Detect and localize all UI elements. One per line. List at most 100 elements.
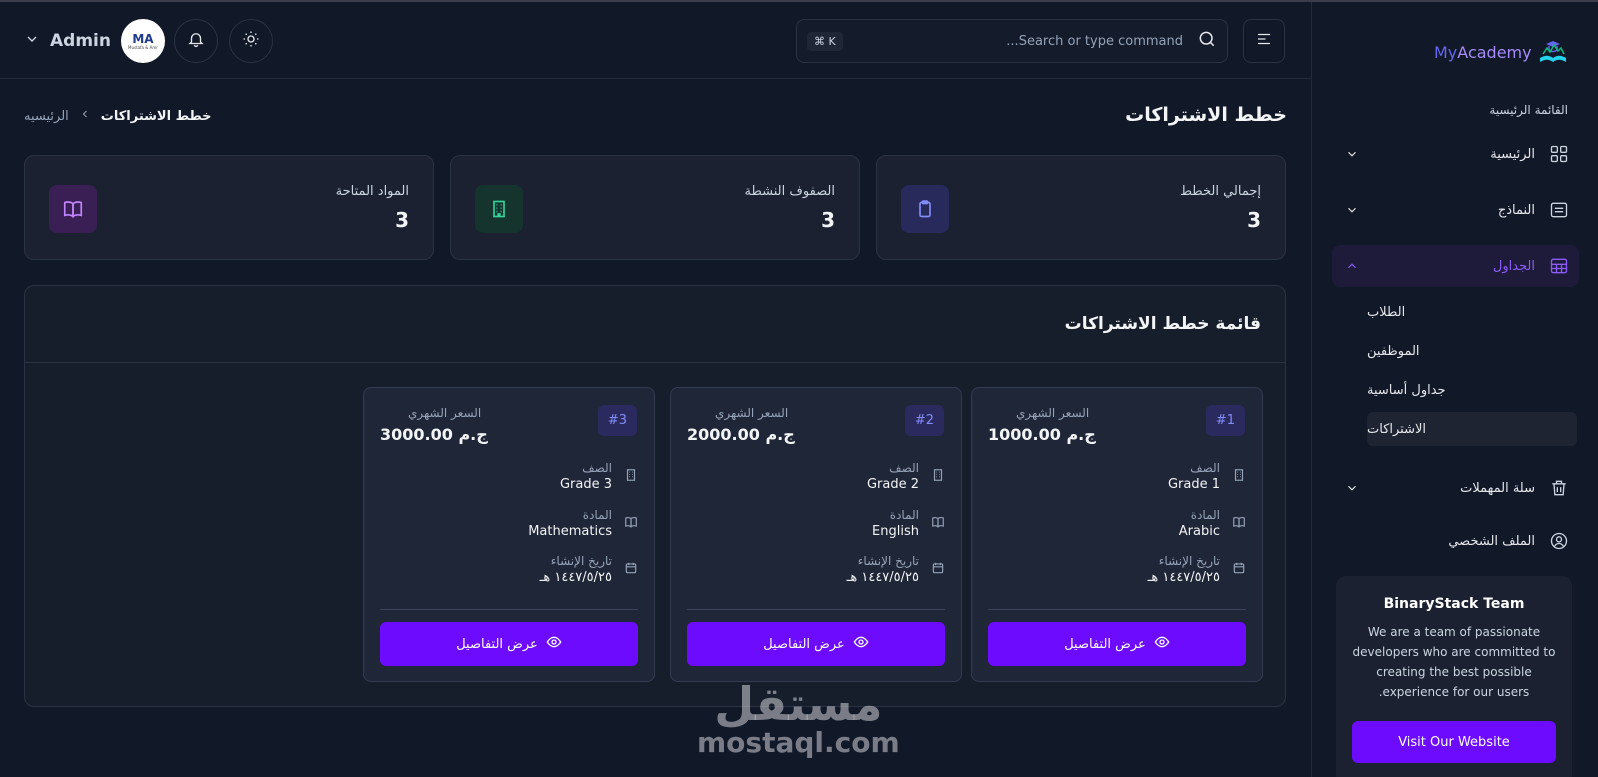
table-icon: [1549, 256, 1569, 276]
book-icon: [1232, 514, 1246, 533]
building-icon: [624, 467, 638, 486]
chevron-left-icon: [79, 108, 91, 124]
form-icon: [1549, 200, 1569, 220]
sidebar-item-tables[interactable]: الجداول: [1332, 245, 1579, 287]
plan-badge: #2: [905, 405, 944, 436]
search-bar[interactable]: ⌘ K Search or type command...: [796, 19, 1228, 63]
sidebar-subitem-subscriptions[interactable]: الاشتراكات: [1367, 412, 1577, 446]
sidebar-item-label: الرئيسية: [1490, 146, 1535, 162]
price-label: السعر الشهري: [715, 406, 789, 420]
view-details-button[interactable]: عرض التفاصيل: [380, 622, 638, 666]
plans-panel: قائمة خطط الاشتراكات #1 السعر الشهري 100…: [24, 285, 1286, 707]
grade-label: الصف: [1190, 461, 1220, 475]
sidebar-toggle-button[interactable]: [1243, 19, 1285, 63]
plan-card-2: #2 السعر الشهري 2000.00 ج.م الصف Grade 2…: [670, 387, 962, 682]
visit-website-button[interactable]: Visit Our Website: [1352, 721, 1556, 763]
button-label: عرض التفاصيل: [1064, 636, 1146, 652]
trash-icon: [1549, 478, 1569, 498]
plans-panel-header: قائمة خطط الاشتراكات: [25, 286, 1285, 363]
sidebar-subitem-basic-tables[interactable]: جداول أساسية: [1367, 373, 1577, 407]
user-circle-icon: [1549, 531, 1569, 551]
stat-value: 3: [821, 208, 835, 232]
watermark-arabic: مستقل: [714, 677, 883, 731]
avatar-initials: MA: [132, 31, 154, 46]
plan-grade-row: الصف Grade 1: [1168, 461, 1246, 492]
plan-subject-row: المادة Arabic: [1179, 508, 1246, 539]
eye-icon: [853, 634, 869, 654]
date-value: ١٤٤٧/٥/٢٥ هـ: [846, 570, 919, 585]
sidebar-item-home[interactable]: الرئيسية: [1332, 133, 1579, 175]
breadcrumb-current: خطط الاشتراكات: [100, 108, 212, 124]
price-label: السعر الشهري: [408, 406, 482, 420]
grade-value: Grade 2: [866, 477, 919, 492]
admin-menu[interactable]: Admin MA Mustafa & Amr: [24, 19, 165, 63]
avatar[interactable]: MA Mustafa & Amr: [120, 19, 165, 63]
plan-date-row: تاريخ الإنشاء ١٤٤٧/٥/٢٥ هـ: [847, 554, 945, 585]
stat-label: الصفوف النشطة: [744, 184, 835, 199]
sidebar-item-trash[interactable]: سلة المهملات: [1332, 467, 1579, 509]
calendar-icon: [931, 560, 945, 579]
sidebar-subitem-students[interactable]: الطلاب: [1367, 295, 1577, 329]
sidebar-item-profile[interactable]: الملف الشخصي: [1332, 520, 1579, 562]
plan-date-row: تاريخ الإنشاء ١٤٤٧/٥/٢٥ هـ: [1148, 554, 1246, 585]
admin-name: Admin: [50, 31, 111, 51]
watermark-latin: mostaql.com: [697, 726, 900, 759]
book-icon: [624, 514, 638, 533]
button-label: عرض التفاصيل: [763, 636, 845, 652]
view-details-button[interactable]: عرض التفاصيل: [988, 622, 1246, 666]
plan-price: 1000.00 ج.م: [988, 425, 1096, 444]
stat-value: 3: [1247, 208, 1261, 232]
chevron-down-icon: [1344, 480, 1360, 496]
app-logo[interactable]: MyAcademy: [1434, 38, 1568, 66]
date-value: ١٤٤٧/٥/٢٥ هـ: [539, 570, 612, 585]
divider: [687, 609, 945, 610]
plan-subject-row: المادة English: [872, 508, 945, 539]
logo-book-icon: [1538, 38, 1568, 66]
team-description: We are a team of passionate developers w…: [1352, 625, 1556, 699]
search-input[interactable]: Search or type command...: [843, 34, 1197, 49]
stat-value: 3: [395, 208, 409, 232]
sidebar-subitem-employees[interactable]: الموظفين: [1367, 334, 1577, 368]
clipboard-icon: [901, 185, 949, 233]
date-label: تاريخ الإنشاء: [857, 554, 919, 568]
watermark: مستقل mostaql.com: [697, 680, 900, 758]
top-header: Admin MA Mustafa & Amr ⌘ K Search or typ…: [0, 2, 1311, 79]
divider: [380, 609, 638, 610]
plan-price: 3000.00 ج.م: [380, 425, 488, 444]
subject-label: المادة: [582, 508, 612, 522]
chevron-down-icon: [24, 31, 40, 51]
plan-price: 2000.00 ج.م: [687, 425, 795, 444]
date-value: ١٤٤٧/٥/٢٥ هـ: [1147, 570, 1220, 585]
search-icon: [1197, 29, 1217, 53]
building-icon: [931, 467, 945, 486]
calendar-icon: [1232, 560, 1246, 579]
grade-label: الصف: [889, 461, 919, 475]
stat-label: إجمالي الخطط: [1179, 184, 1261, 199]
subject-value: English: [872, 524, 919, 539]
stat-card-active-grades: الصفوف النشطة 3: [450, 155, 860, 260]
chevron-down-icon: [1344, 146, 1360, 162]
plan-subject-row: المادة Mathematics: [528, 508, 638, 539]
stat-card-available-subjects: المواد المتاحة 3: [24, 155, 434, 260]
plan-grade-row: الصف Grade 2: [867, 461, 945, 492]
avatar-subtext: Mustafa & Amr: [128, 44, 158, 50]
sidebar-section-title: القائمة الرئيسية: [1489, 103, 1568, 117]
eye-icon: [1154, 634, 1170, 654]
building-icon: [1232, 467, 1246, 486]
plan-badge: #3: [598, 405, 637, 436]
eye-icon: [546, 634, 562, 654]
notifications-button[interactable]: [174, 19, 218, 63]
page-title: خطط الاشتراكات: [1125, 104, 1287, 126]
grade-label: الصف: [582, 461, 612, 475]
view-details-button[interactable]: عرض التفاصيل: [687, 622, 945, 666]
team-title: BinaryStack Team: [1383, 596, 1525, 612]
theme-toggle-button[interactable]: [229, 19, 273, 63]
subject-value: Arabic: [1178, 524, 1220, 539]
sidebar-item-forms[interactable]: النماذج: [1332, 189, 1579, 231]
logo-text: MyAcademy: [1434, 42, 1532, 62]
breadcrumb-home-link[interactable]: الرئيسيه: [24, 109, 69, 124]
book-icon: [49, 185, 97, 233]
subject-label: المادة: [889, 508, 919, 522]
stat-label: المواد المتاحة: [335, 184, 409, 199]
plan-date-row: تاريخ الإنشاء ١٤٤٧/٥/٢٥ هـ: [540, 554, 638, 585]
